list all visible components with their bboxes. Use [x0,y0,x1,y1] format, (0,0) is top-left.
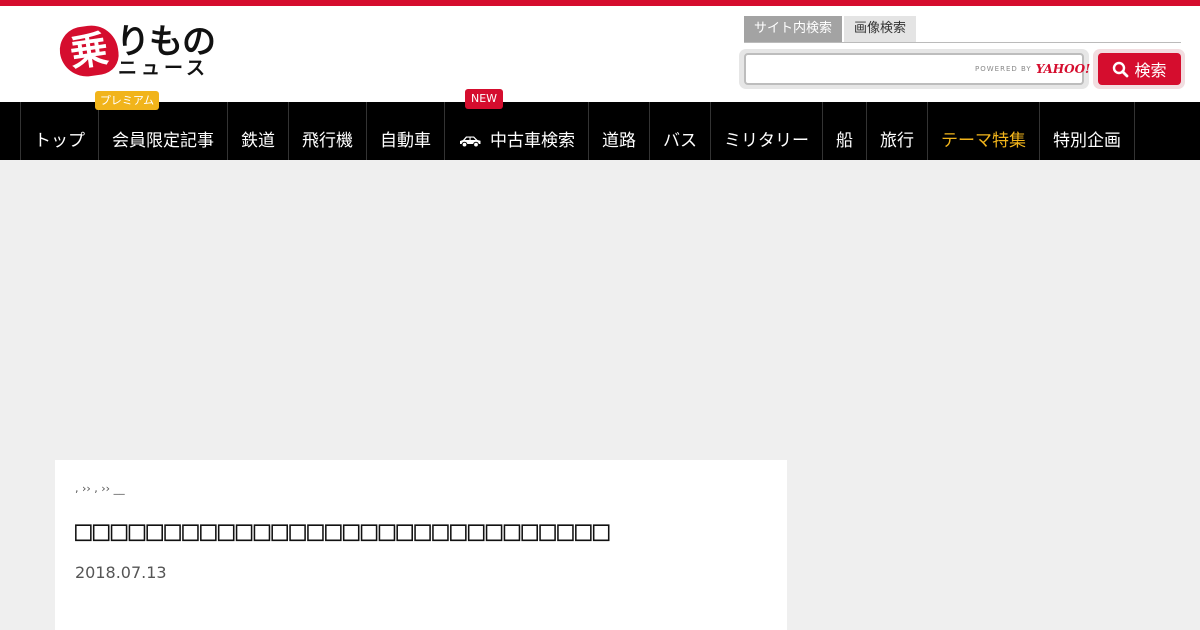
logo-text-sub: ニュース [118,57,210,79]
nav-label: 特別企画 [1053,131,1121,151]
nav-item-used-car-search[interactable]: 中古車検索 [445,102,589,160]
nav-item-ship[interactable]: 船 [823,102,867,160]
search-button-wrap: 検索 [1093,49,1185,89]
nav-label: テーマ特集 [941,131,1026,151]
nav-label: 会員限定記事 [112,131,214,151]
nav-item-special[interactable]: 特別企画 [1040,102,1135,160]
article-date: 2018.07.13 [75,563,167,582]
powered-by-label: POWERED BY [975,65,1032,73]
logo-text-main: りもの [116,22,216,62]
nav-label: 鉄道 [241,131,275,151]
nav-item-railway[interactable]: 鉄道 [228,102,289,160]
premium-tag[interactable]: プレミアム [95,91,159,110]
search-icon [1113,61,1129,77]
powered-by-yahoo: POWERED BY YAHOO! [975,62,1090,76]
nav-item-top[interactable]: トップ [21,102,99,160]
nav-item-travel[interactable]: 旅行 [867,102,928,160]
nav-item-road[interactable]: 道路 [589,102,650,160]
nav-list: トップ 会員限定記事 鉄道 飛行機 自動車 中古車検索 道路 バス ミリタリー … [20,102,1135,160]
nav-label: ミリタリー [724,131,809,151]
nav-label: バス [663,131,697,151]
logo-mark: 乗 [56,22,122,80]
nav-item-airplane[interactable]: 飛行機 [289,102,367,160]
nav-item-theme-feature[interactable]: テーマ特集 [928,102,1040,160]
tab-image-search[interactable]: 画像検索 [844,16,917,42]
nav-label: 中古車検索 [490,131,575,151]
nav-label: トップ [34,131,85,151]
tab-site-search[interactable]: サイト内検索 [744,16,843,42]
nav-label: 旅行 [880,131,914,151]
yahoo-logo: YAHOO! [1035,62,1091,76]
search-button[interactable]: 検索 [1098,53,1181,85]
nav-label: 道路 [602,131,636,151]
site-logo[interactable]: 乗 りもの ニュース [56,22,230,88]
search-button-label: 検索 [1134,61,1167,80]
article-title: □□□□□□□□□□□□□□□□□□□□□□□□□□□□□□ [75,514,611,547]
nav-item-bus[interactable]: バス [650,102,711,160]
nav-item-automobile[interactable]: 自動車 [367,102,445,160]
car-icon [460,136,481,148]
article-card: , ›› , ›› __ □□□□□□□□□□□□□□□□□□□□□□□□□□□… [55,460,787,630]
search-tab-divider [744,42,1181,43]
nav-label: 自動車 [380,131,431,151]
main-nav: トップ 会員限定記事 鉄道 飛行機 自動車 中古車検索 道路 バス ミリタリー … [0,102,1200,160]
breadcrumb[interactable]: , ›› , ›› __ [75,482,125,496]
nav-label: 船 [836,131,853,151]
nav-item-members[interactable]: 会員限定記事 [99,102,228,160]
nav-label: 飛行機 [302,131,353,151]
new-badge: NEW [465,89,503,109]
search-tabs: サイト内検索 画像検索 [744,16,918,42]
nav-item-military[interactable]: ミリタリー [711,102,823,160]
